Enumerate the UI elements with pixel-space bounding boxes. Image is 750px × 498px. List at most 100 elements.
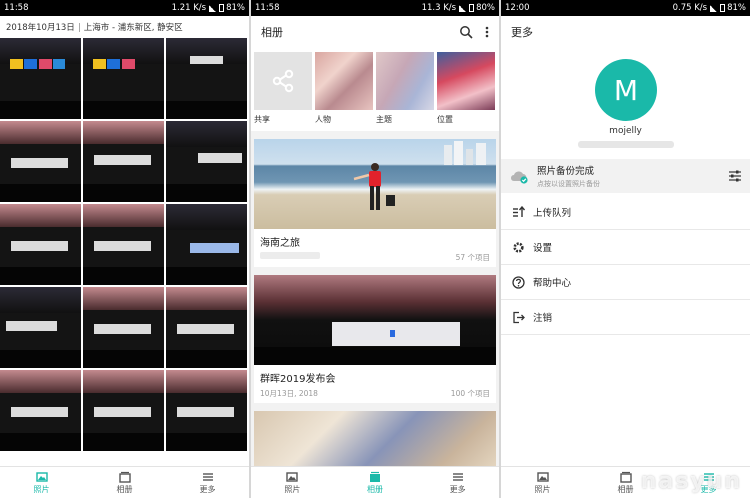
battery-icon (469, 4, 475, 12)
nav-photos[interactable]: 照片 (251, 467, 334, 498)
nav-label: 相册 (367, 484, 383, 494)
photo-thumbnail[interactable] (166, 38, 247, 119)
album-cover-beach (254, 139, 496, 229)
photo-grid (0, 38, 249, 451)
status-bar: 11:58 1.21 K/s 81% (0, 0, 249, 16)
photo-thumbnail[interactable] (166, 370, 247, 451)
albums-screen: 11:58 11.3 K/s 80% 相册 共享 人物 主题 位置 海南之旅 5… (251, 0, 499, 498)
menu-icon (202, 472, 213, 481)
menu-label: 帮助中心 (533, 278, 572, 289)
network-speed: 11.3 K/s (421, 3, 457, 13)
album-count: 100 个项目 (450, 389, 490, 398)
nav-label: 相册 (617, 484, 634, 494)
album-icon (619, 471, 632, 483)
category-theme[interactable]: 主题 (376, 52, 434, 131)
people-thumbnail (315, 52, 373, 110)
photo-thumbnail[interactable] (83, 287, 164, 368)
signal-icon (710, 4, 718, 12)
search-icon[interactable] (459, 25, 473, 39)
nav-albums[interactable]: 相册 (334, 467, 417, 498)
album-cover-event (254, 275, 496, 365)
album-categories: 共享 人物 主题 位置 (251, 48, 499, 131)
backup-status[interactable]: 照片备份完成 点按以设置照片备份 (501, 159, 750, 193)
menu-label: 注销 (533, 313, 553, 324)
nav-photos[interactable]: 照片 (0, 467, 83, 498)
backup-subtitle: 点按以设置照片备份 (537, 180, 600, 188)
backup-title: 照片备份完成 (537, 166, 595, 177)
photo-icon (35, 471, 48, 482)
more-options-icon[interactable] (485, 25, 489, 39)
nav-label: 照片 (33, 484, 50, 494)
nav-label: 照片 (284, 484, 301, 494)
status-time: 11:58 (4, 3, 29, 13)
sliders-icon[interactable] (728, 170, 742, 182)
battery-icon (720, 4, 726, 12)
battery-level: 81% (727, 3, 746, 13)
photo-thumbnail[interactable] (83, 38, 164, 119)
battery-icon (219, 4, 225, 12)
album-card[interactable]: 海南之旅 57 个项目 (254, 139, 496, 267)
category-people[interactable]: 人物 (315, 52, 373, 131)
nav-label: 照片 (534, 484, 551, 494)
status-bar: 12:00 0.75 K/s 81% (501, 0, 750, 16)
page-title: 相册 (261, 26, 283, 39)
status-bar: 11:58 11.3 K/s 80% (251, 0, 499, 16)
category-label: 主题 (376, 115, 392, 124)
album-title: 海南之旅 (260, 238, 300, 249)
status-time: 12:00 (505, 3, 530, 13)
photo-thumbnail[interactable] (0, 204, 81, 285)
nav-label: 相册 (116, 484, 133, 494)
menu-settings[interactable]: 设置 (501, 230, 750, 265)
menu-logout[interactable]: 注销 (501, 300, 750, 335)
photo-thumbnail[interactable] (0, 370, 81, 451)
category-label: 共享 (254, 115, 270, 124)
category-label: 位置 (437, 115, 453, 124)
bottom-nav: 照片 相册 更多 (0, 466, 249, 498)
category-label: 人物 (315, 115, 331, 124)
app-bar: 相册 (251, 16, 499, 48)
menu-icon (452, 472, 463, 481)
photo-thumbnail[interactable] (0, 121, 81, 202)
nav-label: 更多 (199, 484, 216, 494)
photo-thumbnail[interactable] (166, 204, 247, 285)
cloud-check-icon (511, 171, 528, 184)
upload-queue-icon (512, 206, 525, 217)
album-icon (370, 471, 380, 482)
photo-thumbnail[interactable] (0, 38, 81, 119)
category-location[interactable]: 位置 (437, 52, 495, 131)
menu-help-center[interactable]: 帮助中心 (501, 265, 750, 300)
location-label: 上海市 - 浦东新区, 静安区 (83, 23, 183, 33)
menu-label: 设置 (533, 243, 553, 254)
date-header: 2018年10月13日 上海市 - 浦东新区, 静安区 (0, 16, 249, 38)
menu-label: 上传队列 (533, 208, 572, 219)
status-time: 11:58 (255, 3, 280, 13)
nav-more[interactable]: 更多 (166, 467, 249, 498)
battery-level: 80% (476, 3, 495, 13)
nav-more[interactable]: 更多 (416, 467, 499, 498)
photo-thumbnail[interactable] (166, 287, 247, 368)
more-screen: 12:00 0.75 K/s 81% 更多 M mojelly 照片备份完成 点… (501, 0, 750, 498)
date-label: 2018年10月13日 (6, 23, 75, 33)
network-speed: 1.21 K/s (171, 3, 207, 13)
album-count: 57 个项目 (455, 253, 490, 262)
album-card[interactable] (254, 411, 496, 471)
battery-level: 81% (226, 3, 245, 13)
album-cover-bed (254, 411, 496, 471)
photo-thumbnail[interactable] (83, 121, 164, 202)
photo-thumbnail[interactable] (83, 370, 164, 451)
beach-photo (353, 141, 486, 210)
network-speed: 0.75 K/s (672, 3, 708, 13)
help-icon (511, 275, 525, 289)
username: mojelly (609, 126, 642, 136)
menu-upload-queue[interactable]: 上传队列 (501, 195, 750, 230)
album-icon (118, 471, 131, 483)
avatar[interactable]: M (595, 59, 657, 121)
nav-albums[interactable]: 相册 (83, 467, 166, 498)
album-card[interactable]: 群晖2019发布会 10月13日, 2018 100 个项目 (254, 275, 496, 403)
photo-thumbnail[interactable] (83, 204, 164, 285)
photo-thumbnail[interactable] (0, 287, 81, 368)
category-shared[interactable]: 共享 (254, 52, 312, 131)
photo-thumbnail[interactable] (166, 121, 247, 202)
nav-photos[interactable]: 照片 (501, 467, 584, 498)
photos-screen: 11:58 1.21 K/s 81% 2018年10月13日 上海市 - 浦东新… (0, 0, 249, 498)
